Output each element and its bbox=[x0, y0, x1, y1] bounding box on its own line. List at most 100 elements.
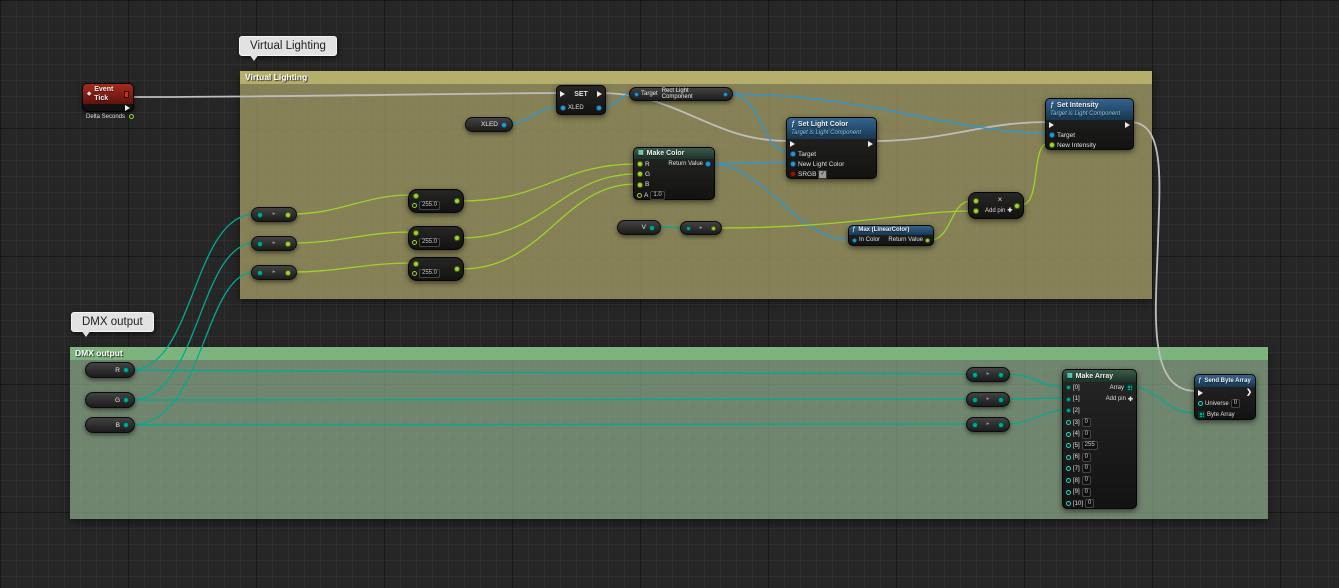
v-out-pin[interactable] bbox=[649, 225, 655, 231]
node-event-tick[interactable]: ◆ Event Tick Delta Seconds bbox=[82, 83, 134, 112]
node-set-xled[interactable]: SET XLED bbox=[556, 85, 606, 115]
node-convert-g[interactable]: ▸ bbox=[251, 236, 297, 251]
convert-out-pin[interactable] bbox=[285, 270, 291, 276]
array-element-pin-3[interactable] bbox=[1066, 420, 1071, 425]
wire-byt-dmxconv1-array0[interactable] bbox=[1006, 374, 1066, 387]
node-divide-255-b[interactable]: 255.0 bbox=[408, 257, 464, 281]
b-out-pin[interactable] bbox=[123, 422, 129, 428]
node-multiply[interactable]: × Add pin ✚ bbox=[968, 192, 1024, 219]
exec-in-pin[interactable] bbox=[1049, 122, 1054, 128]
divide-out-pin[interactable] bbox=[454, 266, 460, 272]
convert-out-pin[interactable] bbox=[998, 422, 1004, 428]
wire-byt-b-conv3[interactable] bbox=[131, 272, 255, 425]
new-light-color-pin[interactable] bbox=[790, 161, 796, 167]
wire-obj-xled-set[interactable] bbox=[507, 107, 560, 124]
exec-in-pin[interactable] bbox=[1198, 390, 1203, 396]
add-pin-icon[interactable]: ✚ bbox=[1007, 207, 1012, 214]
wire-flt-conv2-div2[interactable] bbox=[292, 232, 410, 243]
divide-value-field[interactable]: 255.0 bbox=[419, 201, 440, 210]
a-value-field[interactable]: 1.0 bbox=[650, 191, 664, 200]
convert-in-pin[interactable] bbox=[257, 212, 263, 218]
convert-in-pin[interactable] bbox=[972, 372, 978, 378]
wire-obj-makecolor-newlightcolor[interactable] bbox=[711, 162, 790, 164]
srgb-checkbox[interactable]: ✓ bbox=[818, 170, 827, 179]
array-element-pin-0[interactable] bbox=[1066, 385, 1071, 390]
array-element-pin-7[interactable] bbox=[1066, 466, 1071, 471]
convert-out-pin[interactable] bbox=[711, 226, 716, 231]
exec-out-pin[interactable] bbox=[597, 91, 602, 97]
wire-byt-r-conv1[interactable] bbox=[131, 214, 255, 370]
array-element-value[interactable]: 0 bbox=[1082, 453, 1091, 462]
component-out-pin[interactable] bbox=[723, 92, 728, 97]
convert-out-pin[interactable] bbox=[998, 397, 1004, 403]
target-in-pin[interactable] bbox=[1049, 132, 1055, 138]
wire-exec-setintensity-sendbytearray[interactable] bbox=[1130, 122, 1196, 391]
wire-byt-dmxconv3-array2[interactable] bbox=[1006, 410, 1066, 424]
wire-flt-vconv-multiply[interactable] bbox=[718, 211, 971, 228]
divide-value-pin[interactable] bbox=[412, 203, 417, 208]
multiply-out-pin[interactable] bbox=[1014, 203, 1020, 209]
array-element-value[interactable]: 0 bbox=[1085, 499, 1094, 508]
wire-obj-rectlight-setlightcolor-target[interactable] bbox=[729, 94, 790, 152]
array-element-value[interactable]: 0 bbox=[1082, 430, 1091, 439]
delta-seconds-pin[interactable] bbox=[129, 114, 134, 119]
exec-in-pin[interactable] bbox=[790, 141, 795, 147]
multiply-in-pin-2[interactable] bbox=[973, 208, 979, 214]
node-make-color[interactable]: ▦ Make Color R Return Value G B A 1.0 bbox=[633, 147, 715, 200]
node-convert-r[interactable]: ▸ bbox=[251, 207, 297, 222]
node-send-byte-array[interactable]: ƒ Send Byte Array ❯ Universe 0 Byte Arra… bbox=[1194, 374, 1256, 420]
wire-byt-r-dmxconv1[interactable] bbox=[131, 370, 970, 374]
convert-out-pin[interactable] bbox=[998, 372, 1004, 378]
divide-in-pin[interactable] bbox=[413, 230, 419, 236]
array-element-pin-10[interactable] bbox=[1066, 501, 1071, 506]
node-divide-255-g[interactable]: 255.0 bbox=[408, 226, 464, 250]
array-element-value[interactable]: 0 bbox=[1082, 476, 1091, 485]
set-output-pin[interactable] bbox=[596, 105, 602, 111]
convert-in-pin[interactable] bbox=[257, 270, 263, 276]
xled-out-pin[interactable] bbox=[501, 122, 507, 128]
array-element-pin-6[interactable] bbox=[1066, 455, 1071, 460]
divide-value-field[interactable]: 255.0 bbox=[419, 238, 440, 247]
divide-in-pin[interactable] bbox=[413, 193, 419, 199]
divide-value-pin[interactable] bbox=[412, 271, 417, 276]
array-element-pin-1[interactable] bbox=[1066, 397, 1071, 402]
divide-in-pin[interactable] bbox=[413, 261, 419, 267]
target-in-pin[interactable] bbox=[790, 151, 796, 157]
node-divide-255-r[interactable]: 255.0 bbox=[408, 189, 464, 213]
wire-flt-conv1-div1[interactable] bbox=[292, 195, 410, 214]
exec-out-pin[interactable] bbox=[1125, 122, 1130, 128]
wire-byt-makearray-sendbytearray[interactable] bbox=[1131, 387, 1196, 413]
set-input-pin[interactable] bbox=[560, 105, 566, 111]
node-dmx-convert-b[interactable]: ▸ bbox=[966, 417, 1010, 432]
node-dmx-convert-r[interactable]: ▸ bbox=[966, 367, 1010, 382]
convert-in-pin[interactable] bbox=[686, 226, 691, 231]
array-element-value[interactable]: 0 bbox=[1082, 488, 1091, 497]
divide-out-pin[interactable] bbox=[454, 235, 460, 241]
r-in-pin[interactable] bbox=[637, 161, 643, 167]
node-g-getter[interactable]: G bbox=[85, 392, 135, 408]
wire-flt-max-multiply[interactable] bbox=[930, 201, 971, 240]
target-in-pin[interactable] bbox=[634, 92, 639, 97]
wire-flt-div1-makecolor-r[interactable] bbox=[461, 164, 636, 201]
universe-value-field[interactable]: 0 bbox=[1231, 399, 1240, 408]
exec-in-pin[interactable] bbox=[560, 91, 565, 97]
a-in-pin[interactable] bbox=[637, 193, 642, 198]
node-dmx-convert-g[interactable]: ▸ bbox=[966, 392, 1010, 407]
in-color-pin[interactable] bbox=[852, 238, 857, 243]
wire-flt-multiply-newintensity[interactable] bbox=[1021, 143, 1049, 205]
wire-byt-b-dmxconv3[interactable] bbox=[131, 424, 970, 425]
add-pin-icon[interactable]: ✚ bbox=[1128, 396, 1133, 403]
node-set-intensity[interactable]: ƒ Set Intensity Target is Light Componen… bbox=[1045, 98, 1134, 150]
node-convert-b[interactable]: ▸ bbox=[251, 265, 297, 280]
universe-pin[interactable] bbox=[1198, 401, 1203, 406]
convert-out-pin[interactable] bbox=[285, 241, 291, 247]
exec-out-pin[interactable] bbox=[868, 141, 873, 147]
exec-out-pin[interactable]: ❯ bbox=[1246, 389, 1252, 396]
new-intensity-pin[interactable] bbox=[1049, 142, 1055, 148]
r-out-pin[interactable] bbox=[123, 367, 129, 373]
convert-in-pin[interactable] bbox=[972, 422, 978, 428]
return-value-pin[interactable] bbox=[705, 161, 711, 167]
node-xled-getter[interactable]: XLED bbox=[465, 117, 513, 132]
g-in-pin[interactable] bbox=[637, 171, 643, 177]
node-rect-light-component[interactable]: Target Rect Light Component bbox=[629, 87, 733, 101]
